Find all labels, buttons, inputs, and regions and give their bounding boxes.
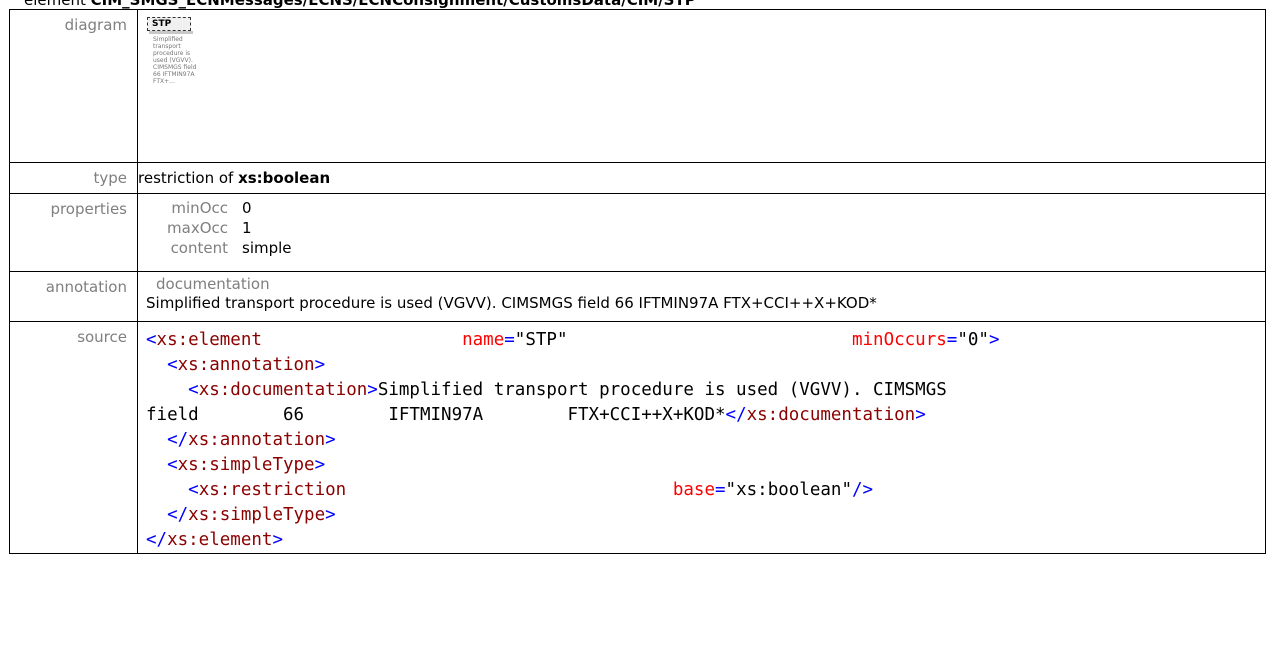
row-source: source <xs:element name="STP" minOccurs=… <box>9 321 1266 554</box>
row-label-source: source <box>9 321 138 554</box>
annotation-text: Simplified transport procedure is used (… <box>146 294 877 312</box>
row-label-type: type <box>9 162 138 194</box>
prop-value: 0 <box>242 199 252 217</box>
source-cell: <xs:element name="STP" minOccurs="0"> <x… <box>137 321 1266 554</box>
diagram-element-name: STP <box>152 19 172 29</box>
row-label-annotation: annotation <box>9 271 138 322</box>
prop-key: maxOcc <box>167 219 228 237</box>
type-cell: restriction of xs:boolean <box>137 162 1266 194</box>
row-properties: properties minOcc 0 maxOcc 1 content simple <box>9 193 1266 272</box>
diagram-element-doc: Simplified transport procedure is used (… <box>153 36 197 85</box>
row-label-diagram: diagram <box>9 9 138 163</box>
prop-value: simple <box>242 239 292 257</box>
prop-key: content <box>170 239 228 257</box>
prop-value: 1 <box>242 219 252 237</box>
page-title: element CIM_SMGS_ECNMessages/ECNS/ECNCon… <box>24 0 696 9</box>
row-type: type restriction of xs:boolean <box>9 162 1266 194</box>
annotation-heading: documentation <box>156 275 270 293</box>
type-prefix: restriction of <box>138 169 239 187</box>
prop-key: minOcc <box>171 199 228 217</box>
properties-list: minOcc 0 maxOcc 1 content simple <box>152 198 1265 258</box>
type-base-link[interactable]: xs:boolean <box>238 169 330 187</box>
diagram-cell: STP Simplified transport procedure is us… <box>137 9 1266 163</box>
diagram-element-box[interactable]: STP <box>147 17 193 34</box>
row-diagram: diagram STP Simplified transport procedu… <box>9 9 1266 163</box>
properties-cell: minOcc 0 maxOcc 1 content simple <box>137 193 1266 272</box>
title-prefix: element <box>24 0 91 9</box>
row-annotation: annotation documentation Simplified tran… <box>9 271 1266 322</box>
row-label-properties: properties <box>9 193 138 272</box>
element-doc-table: diagram STP Simplified transport procedu… <box>9 9 1266 554</box>
title-path: CIM_SMGS_ECNMessages/ECNS/ECNConsignment… <box>90 0 696 9</box>
source-code: <xs:element name="STP" minOccurs="0"> <x… <box>146 330 1000 550</box>
annotation-cell: documentation Simplified transport proce… <box>137 271 1266 322</box>
